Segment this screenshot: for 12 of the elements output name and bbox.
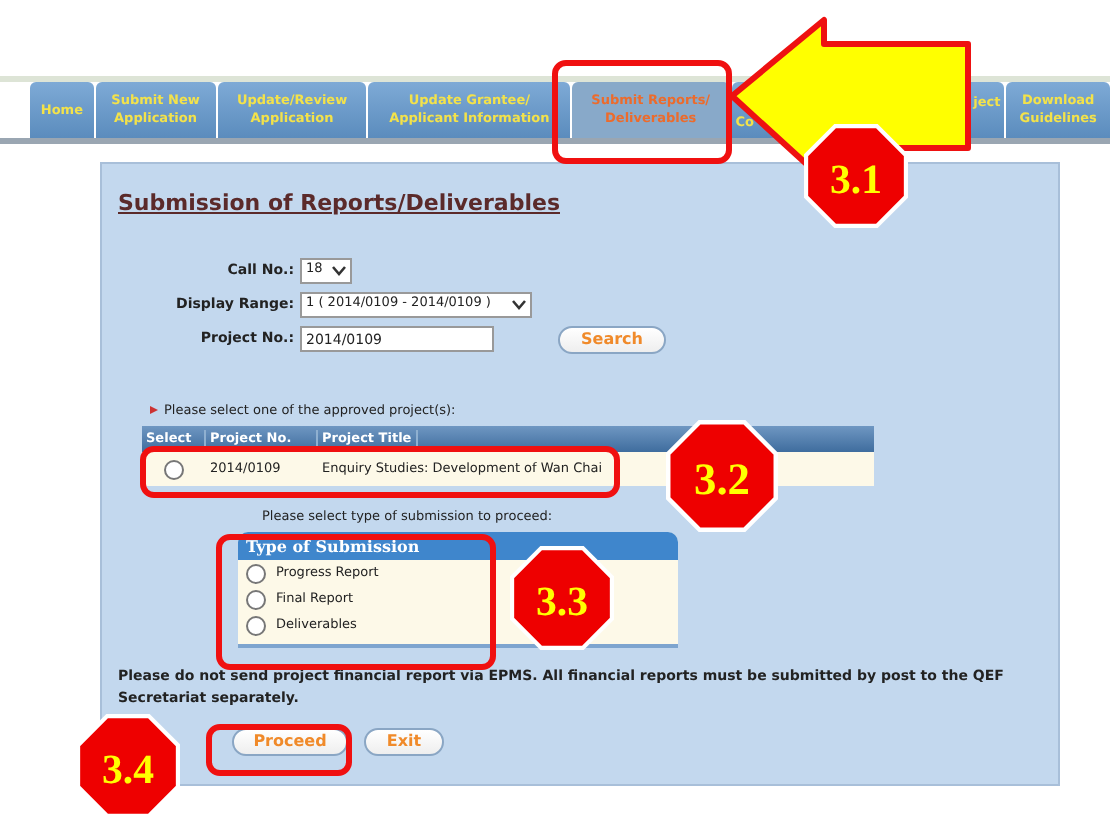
radio-button[interactable] [246, 589, 266, 609]
bullet-icon [150, 406, 158, 415]
step-marker: 3.4 [76, 714, 180, 818]
radio-button[interactable] [164, 459, 184, 480]
exit-button[interactable]: Exit [364, 728, 444, 756]
search-button[interactable]: Search [558, 325, 666, 353]
proceed-button[interactable]: Proceed [232, 728, 348, 756]
chevron-down-icon [512, 299, 526, 309]
radio-button[interactable] [246, 615, 266, 635]
page-title: Submission of Reports/Deliverables [118, 188, 560, 220]
radio-button[interactable] [246, 563, 266, 583]
chevron-down-icon [332, 265, 346, 275]
